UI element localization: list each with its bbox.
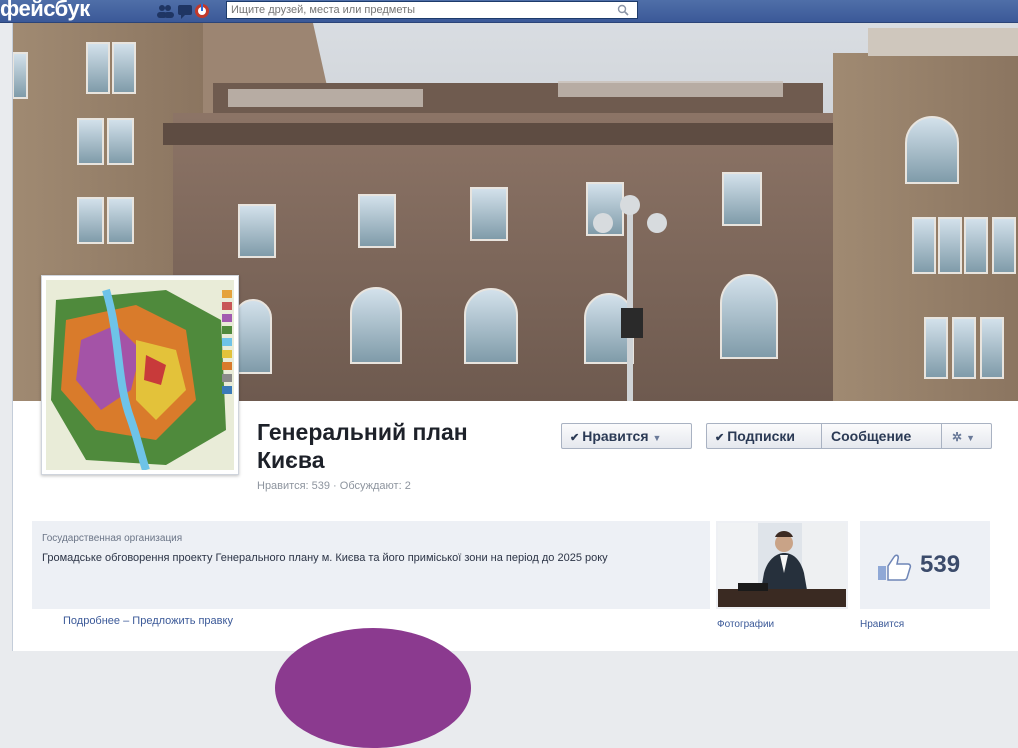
- search-icon[interactable]: [617, 4, 629, 16]
- search-input[interactable]: [227, 2, 611, 18]
- page-title: Генеральний план Києва: [257, 419, 468, 473]
- checkmark-icon: ✔: [715, 432, 725, 444]
- city-map-image: [46, 280, 234, 470]
- thumbs-up-icon: [878, 554, 912, 581]
- notifications-icon[interactable]: [192, 2, 212, 20]
- purple-overlay-shape: [275, 628, 471, 748]
- more-info-link[interactable]: Подробнее: [63, 615, 120, 627]
- page-description: Громадське обговорення проекту Генеральн…: [42, 552, 608, 564]
- search-bar[interactable]: [226, 1, 638, 19]
- top-navigation-bar: фейсбук: [0, 0, 1018, 23]
- about-section: Государственная организация Громадське о…: [32, 521, 710, 609]
- facebook-logo[interactable]: фейсбук: [0, 0, 90, 22]
- chevron-down-icon[interactable]: ▼: [653, 433, 662, 443]
- gear-icon: ✲: [952, 430, 963, 444]
- link-separator: –: [123, 615, 130, 627]
- page-category: Государственная организация: [42, 533, 183, 544]
- likes-tile[interactable]: 539: [860, 521, 990, 609]
- like-button-label: Нравится: [582, 428, 649, 444]
- photos-tile[interactable]: [716, 521, 848, 609]
- profile-picture[interactable]: [41, 275, 239, 475]
- message-button-label: Сообщение: [831, 428, 912, 444]
- follow-button-label: Подписки: [727, 428, 795, 444]
- photos-thumbnail: [718, 523, 846, 607]
- follow-message-group: ✔ Подписки Сообщение ✲ ▼: [706, 423, 992, 449]
- suggest-edit-link[interactable]: Предложить правку: [132, 615, 233, 627]
- about-links: Подробнее – Предложить правку: [63, 615, 233, 627]
- likes-label[interactable]: Нравится: [860, 619, 904, 630]
- friend-requests-icon[interactable]: [155, 2, 175, 20]
- like-button[interactable]: ✔ Нравится ▼: [561, 423, 692, 449]
- page-stats: Нравится: 539 · Обсуждают: 2: [257, 480, 411, 492]
- message-button[interactable]: Сообщение: [822, 424, 942, 448]
- settings-menu-button[interactable]: ✲ ▼: [942, 424, 991, 448]
- checkmark-icon: ✔: [570, 432, 580, 444]
- page-timeline: Генеральний план Києва Нравится: 539 · О…: [12, 23, 1018, 748]
- chevron-down-icon: ▼: [966, 433, 975, 443]
- photos-label[interactable]: Фотографии: [717, 619, 774, 630]
- follow-button[interactable]: ✔ Подписки: [707, 424, 822, 448]
- likes-count: 539: [920, 551, 961, 578]
